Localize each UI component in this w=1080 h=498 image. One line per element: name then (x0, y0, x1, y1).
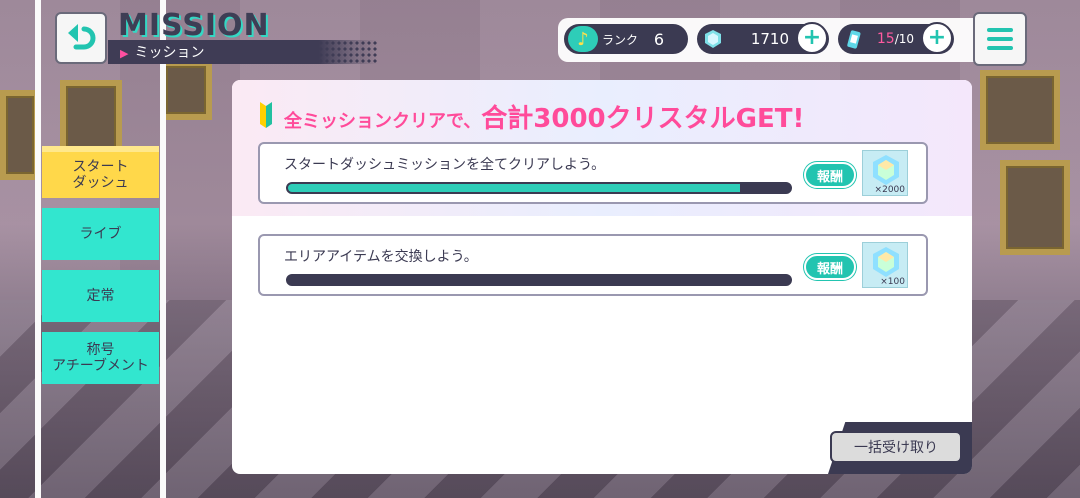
tab-start-dash[interactable]: スタート ダッシュ (42, 146, 159, 198)
crystal-icon (873, 155, 899, 185)
rank-label: ランク (602, 32, 639, 47)
bulk-receive-button[interactable]: 一括受け取り (830, 431, 962, 463)
progress-fill (288, 184, 740, 192)
reward-quantity: ×100 (880, 277, 905, 287)
background-painting (160, 60, 212, 120)
banner-text-part3: ! (792, 104, 805, 134)
crystal-count: 1710 (750, 30, 789, 48)
menu-button[interactable] (973, 12, 1027, 66)
left-rail (160, 0, 166, 498)
plus-icon: + (802, 25, 822, 50)
hamburger-menu-icon (987, 28, 1013, 32)
left-rail (35, 0, 41, 498)
add-crystal-button[interactable]: + (796, 22, 828, 54)
mission-progress-bar (286, 182, 792, 194)
stamina-value: 15/10 (877, 31, 914, 47)
background-painting (0, 90, 40, 180)
tab-regular[interactable]: 定常 (42, 270, 159, 322)
banner-text-part2: 合計3000クリスタルGET (481, 104, 793, 134)
mission-text: スタートダッシュミッションを全てクリアしよう。 (284, 157, 606, 173)
add-stamina-button[interactable]: + (921, 22, 953, 54)
rank-value: 6 (653, 29, 664, 49)
stamina-current: 15 (876, 31, 895, 47)
mission-panel: 全ミッションクリアで、合計3000クリスタルGET! スタートダッシュミッション… (232, 80, 972, 474)
stamina-max: /10 (894, 32, 914, 46)
mission-item[interactable]: エリアアイテムを交換しよう。 報酬 ×100 (258, 234, 928, 296)
tab-achievement[interactable]: 称号 アチーブメント (42, 332, 159, 384)
banner-text: 全ミッションクリアで、合計3000クリスタルGET! (284, 98, 804, 135)
banner-text-part1: 全ミッションクリアで、 (284, 111, 482, 132)
reward-item[interactable]: ×2000 (862, 150, 908, 196)
page-title-jp-text: ミッション (134, 45, 205, 61)
back-arrow-icon (68, 24, 96, 50)
rank-pill: ♪ ランク 6 (564, 24, 688, 54)
hamburger-menu-icon (987, 37, 1013, 41)
mission-item[interactable]: スタートダッシュミッションを全てクリアしよう。 報酬 ×2000 (258, 142, 928, 204)
mission-progress-bar (286, 274, 792, 286)
page-title-jp: ▶ ミッション (120, 42, 204, 62)
reward-label: 報酬 (804, 254, 856, 280)
reward-item[interactable]: ×100 (862, 242, 908, 288)
tab-label: スタート ダッシュ (72, 159, 129, 191)
background-painting (980, 70, 1060, 150)
page-title-en: MISSION (118, 8, 270, 43)
music-note-icon: ♪ (568, 26, 598, 52)
tab-live[interactable]: ライブ (42, 208, 159, 260)
back-button[interactable] (55, 12, 107, 64)
crystal-icon (705, 30, 721, 48)
triangle-icon: ▶ (120, 47, 129, 60)
reward-label: 報酬 (804, 162, 856, 188)
stamina-drink-icon (847, 30, 861, 49)
tab-label: 称号 アチーブメント (52, 342, 149, 374)
tab-label: 定常 (86, 288, 115, 304)
reward-quantity: ×2000 (874, 185, 905, 195)
beginner-mark-icon (260, 102, 272, 128)
plus-icon: + (927, 25, 947, 50)
hamburger-menu-icon (987, 46, 1013, 50)
mission-text: エリアアイテムを交換しよう。 (284, 249, 478, 265)
background-painting (1000, 160, 1070, 255)
tab-label: ライブ (79, 226, 122, 242)
crystal-icon (873, 247, 899, 277)
